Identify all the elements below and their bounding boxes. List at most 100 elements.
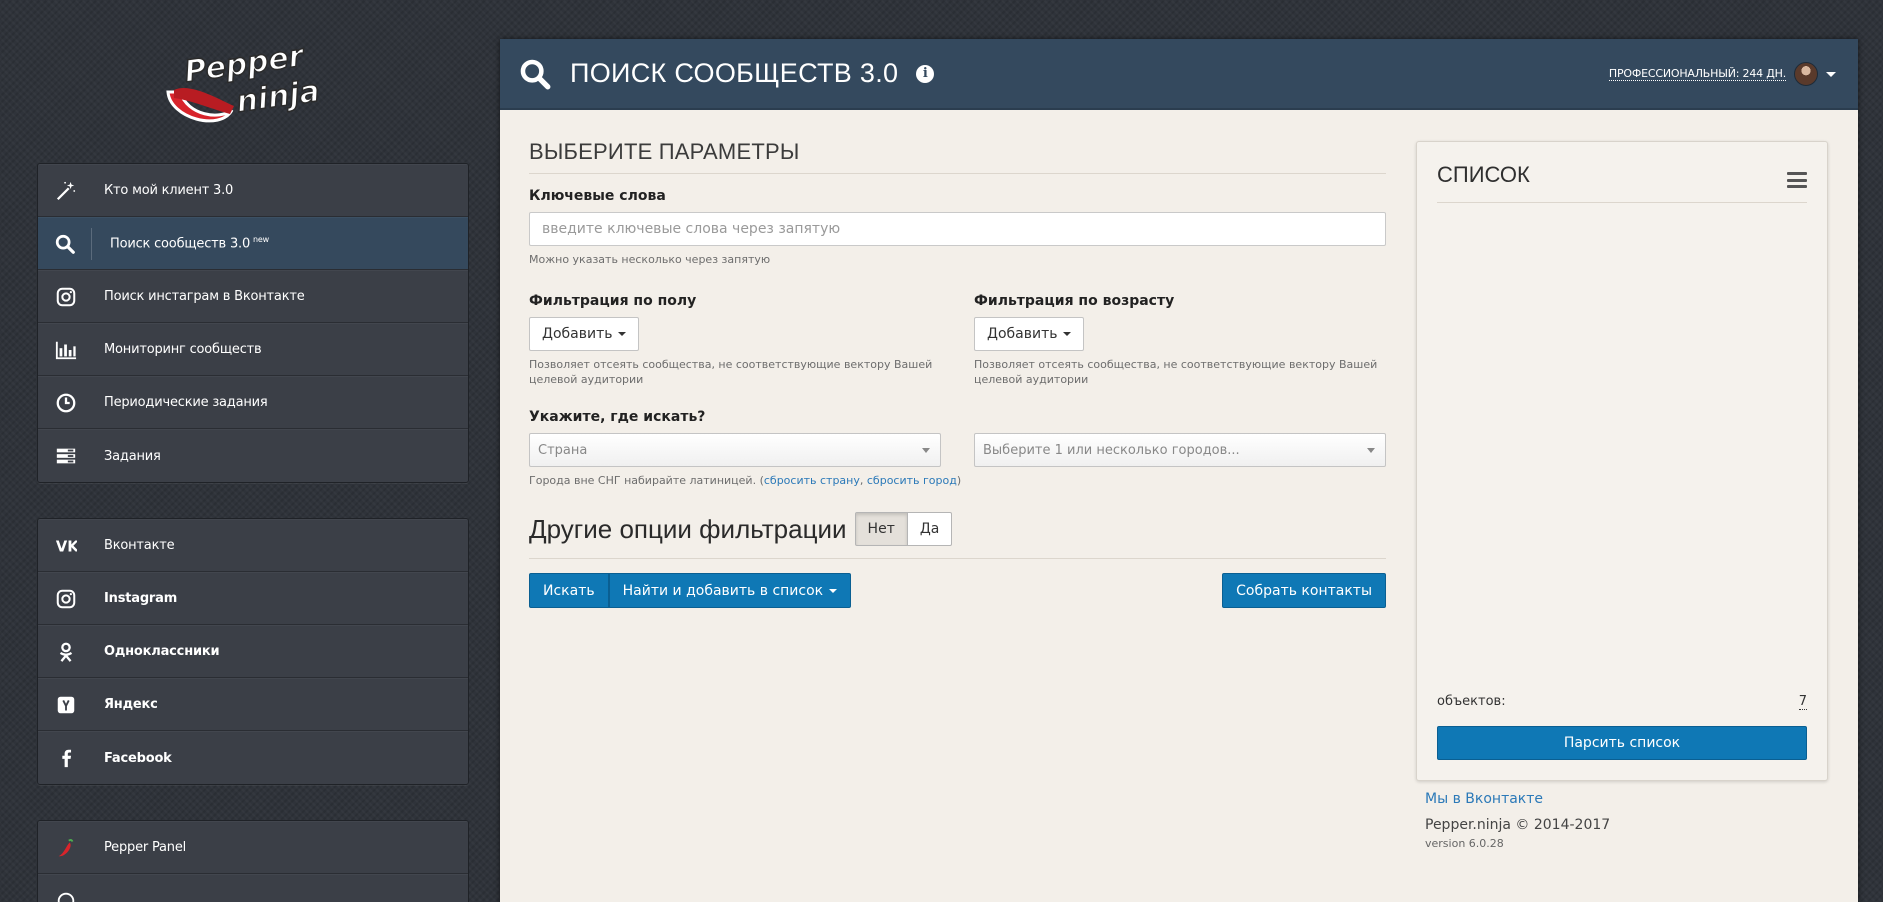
list-title: СПИСОК [1437, 162, 1530, 187]
sidebar-item-instagram-search[interactable]: Поиск инстаграм в Вконтакте [38, 270, 468, 323]
clock-icon [38, 387, 94, 419]
city-select[interactable]: Выберите 1 или несколько городов... [974, 433, 1386, 467]
svg-text:VK: VK [56, 538, 77, 555]
button-label: Добавить [542, 326, 613, 342]
main-panel: ПОИСК СООБЩЕСТВ 3.0 i ПРОФЕССИОНАЛЬНЫЙ: … [500, 39, 1858, 902]
keywords-help: Можно указать несколько через запятую [529, 253, 771, 266]
sidebar-item-label: Вконтакте [104, 538, 175, 553]
pepper-ninja-logo[interactable]: Pepper ninja [160, 38, 360, 130]
globe-icon [38, 885, 94, 902]
sidebar-item-who-is-my-client[interactable]: Кто мой клиент 3.0 [38, 164, 468, 217]
user-avatar[interactable] [1794, 62, 1818, 86]
sidebar-item-label: Яндекс [104, 697, 158, 712]
age-filter-label: Фильтрация по возрасту [974, 293, 1175, 309]
sidebar-item-label: Facebook [104, 750, 172, 766]
where-help-suffix: ) [956, 474, 962, 487]
keywords-label: Ключевые слова [529, 188, 666, 204]
age-filter: Фильтрация по возрасту Добавить Позволяе… [974, 279, 1386, 387]
gender-filter-label: Фильтрация по полу [529, 293, 697, 309]
magic-wand-icon [38, 175, 94, 207]
sidebar-item-tasks[interactable]: Задания [38, 429, 468, 482]
toggle-no[interactable]: Нет [854, 512, 908, 546]
other-filter-options: Другие опции фильтрации Нет Да [529, 512, 1386, 559]
sidebar-item-text: Поиск сообществ 3.0 [110, 236, 251, 252]
page-title: ПОИСК СООБЩЕСТВ 3.0 [570, 58, 899, 88]
caret-down-icon [1367, 448, 1375, 453]
sidebar-item-community-monitoring[interactable]: Мониторинг сообществ [38, 323, 468, 376]
subscription-plan-link[interactable]: ПРОФЕССИОНАЛЬНЫЙ: 244 ДН. [1608, 67, 1786, 81]
sidebar-item-label: Поиск инстаграм в Вконтакте [104, 289, 305, 304]
chevron-down-icon[interactable] [1826, 72, 1836, 77]
sidebar-item-label: Задания [104, 448, 161, 464]
search-button[interactable]: Искать [529, 573, 609, 608]
reset-city-link[interactable]: сбросить город [867, 474, 957, 487]
search-icon [520, 59, 551, 89]
where-help-text: Города вне СНГ набирайте латиницей. ( [529, 474, 764, 487]
other-filter-toggle: Нет Да [854, 512, 953, 546]
objects-count-row: объектов: 7 [1437, 694, 1807, 710]
instagram-icon [38, 583, 94, 615]
reset-country-link[interactable]: сбросить страну [764, 474, 860, 487]
search-form: ВЫБЕРИТЕ ПАРАМЕТРЫ Ключевые слова Можно … [529, 139, 1386, 608]
sidebar-item-label: Периодические задания [104, 395, 268, 410]
sidebar-item-label: Мониторинг сообществ [104, 342, 262, 357]
find-and-add-button[interactable]: Найти и добавить в список [608, 573, 852, 608]
facebook-icon [38, 742, 94, 774]
vk-icon: VK [38, 530, 94, 562]
sidebar-item-facebook[interactable]: Facebook [38, 731, 468, 784]
caret-down-icon [618, 332, 627, 336]
gender-filter: Фильтрация по полу Добавить Позволяет от… [529, 279, 941, 387]
city-select-placeholder: Выберите 1 или несколько городов... [983, 442, 1240, 458]
sidebar-item-label: Поиск сообществ 3.0 new [100, 235, 269, 251]
sidebar-item-more[interactable] [38, 874, 468, 902]
vk-community-link[interactable]: Мы в Вконтакте [1425, 791, 1543, 807]
sidebar-item-community-search[interactable]: Поиск сообществ 3.0 new [38, 217, 468, 270]
sidebar-item-label: Instagram [104, 591, 178, 606]
keywords-input[interactable] [529, 212, 1386, 246]
toggle-yes[interactable]: Да [907, 512, 953, 546]
sidebar-item-periodic-tasks[interactable]: Периодические задания [38, 376, 468, 429]
button-label: Найти и добавить в список [622, 582, 824, 599]
section-title: ВЫБЕРИТЕ ПАРАМЕТРЫ [529, 139, 1386, 174]
pepper-icon [38, 832, 94, 864]
where-help: Города вне СНГ набирайте латиницей. (сбр… [529, 473, 1386, 488]
instagram-icon [38, 281, 94, 313]
list-panel: СПИСОК объектов: 7 Парсить список [1416, 141, 1828, 781]
add-gender-filter-button[interactable]: Добавить [529, 317, 640, 351]
parse-list-button[interactable]: Парсить список [1437, 726, 1807, 760]
sidebar-group-extra: Pepper Panel [37, 820, 469, 902]
tasks-list-icon [38, 440, 94, 472]
pepper-logo-icon: Pepper ninja [166, 38, 323, 123]
sidebar-item-odnoklassniki[interactable]: Одноклассники [38, 625, 468, 678]
search-icon [38, 227, 92, 260]
bar-chart-icon [38, 334, 94, 366]
add-age-filter-button[interactable]: Добавить [974, 317, 1085, 351]
objects-count[interactable]: 7 [1798, 694, 1807, 710]
footer: Мы в Вконтакте Pepper.ninja © 2014-2017 … [1425, 791, 1610, 850]
sidebar-item-yandex[interactable]: Яндекс [38, 678, 468, 731]
sidebar-group-networks: VK Вконтакте Instagram Одноклассники Янд… [37, 518, 469, 785]
form-actions: Искать Найти и добавить в список Собрать… [529, 573, 1386, 608]
country-select[interactable]: Страна [529, 433, 941, 467]
copyright: Pepper.ninja © 2014-2017 [1425, 817, 1611, 833]
menu-icon[interactable] [1787, 172, 1807, 188]
yandex-icon [38, 689, 94, 721]
info-icon[interactable]: i [916, 64, 935, 83]
new-badge: new [253, 235, 269, 245]
sidebar-item-pepper-panel[interactable]: Pepper Panel [38, 821, 468, 874]
country-select-placeholder: Страна [538, 442, 588, 458]
search-button-group: Искать Найти и добавить в список [529, 573, 852, 608]
sidebar-item-vkontakte[interactable]: VK Вконтакте [38, 519, 468, 572]
caret-down-icon [922, 448, 930, 453]
collect-contacts-button[interactable]: Собрать контакты [1222, 573, 1386, 608]
app-version: version 6.0.28 [1425, 837, 1504, 850]
page-header: ПОИСК СООБЩЕСТВ 3.0 i ПРОФЕССИОНАЛЬНЫЙ: … [500, 39, 1858, 110]
sidebar-group-tools: Кто мой клиент 3.0 Поиск сообществ 3.0 ne… [37, 163, 469, 483]
separator: , [859, 474, 867, 487]
objects-label: объектов: [1437, 694, 1506, 709]
other-filter-title: Другие опции фильтрации [529, 513, 847, 544]
sidebar-item-instagram[interactable]: Instagram [38, 572, 468, 625]
age-filter-help: Позволяет отсеять сообщества, не соответ… [974, 358, 1378, 386]
sidebar-item-label: Pepper Panel [104, 840, 187, 855]
list-header: СПИСОК [1437, 142, 1807, 203]
